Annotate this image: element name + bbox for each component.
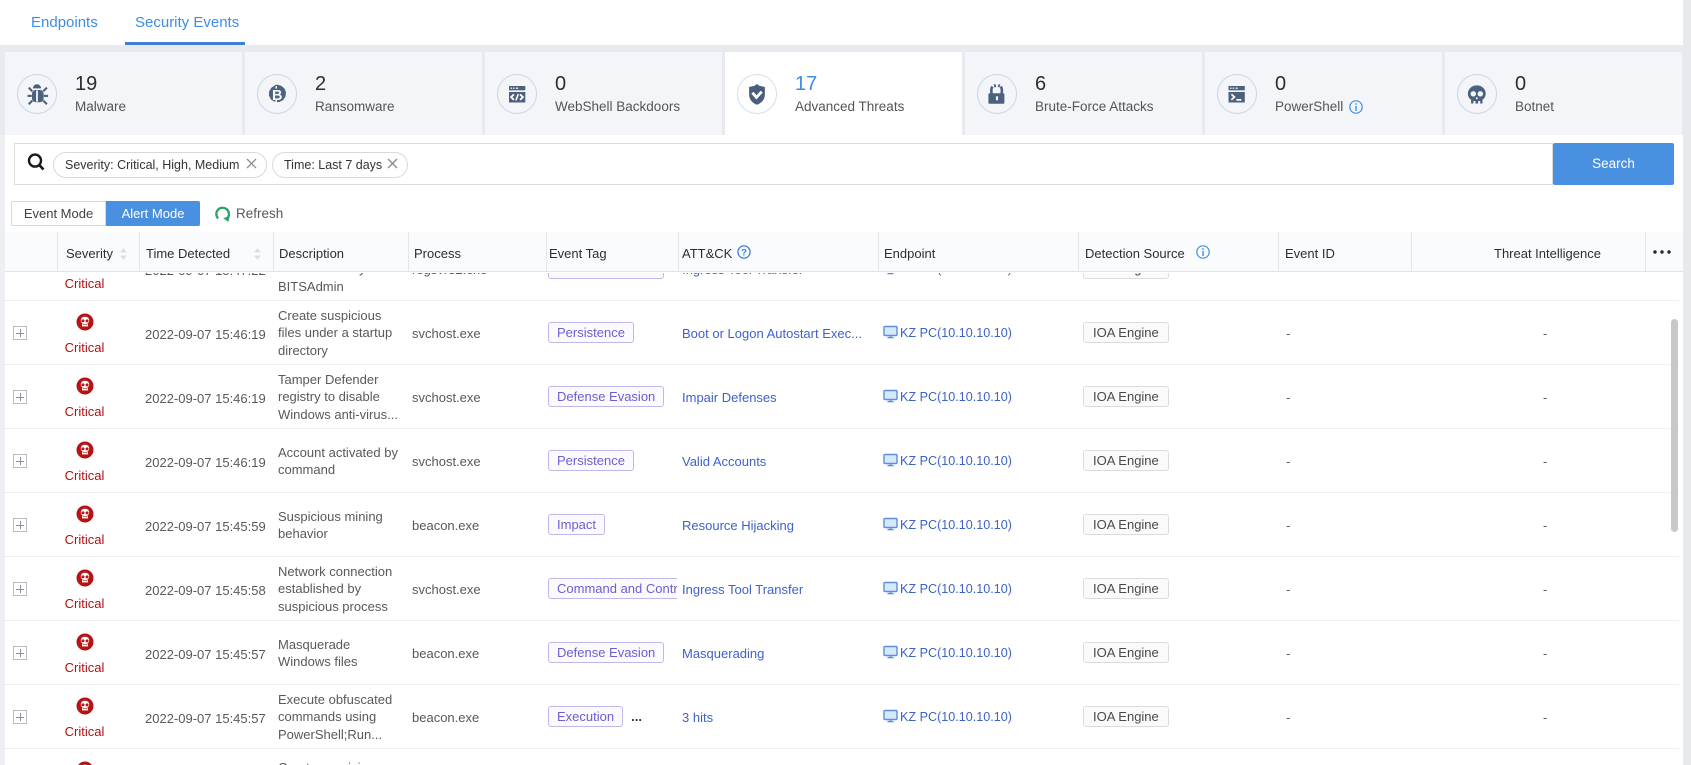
svg-text:?: ? (741, 247, 747, 258)
svg-text:B: B (272, 88, 282, 104)
